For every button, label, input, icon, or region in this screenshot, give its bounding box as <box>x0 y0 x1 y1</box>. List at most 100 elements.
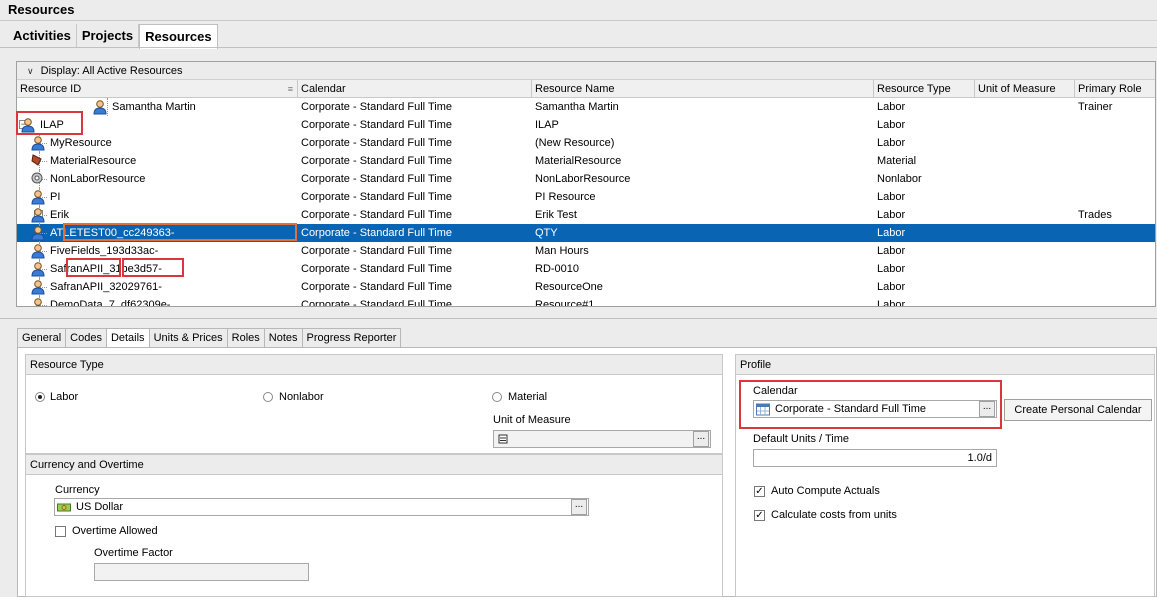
display-filter-bar[interactable]: ∨ Display: All Active Resources <box>17 62 1155 80</box>
cell-unit-of-measure <box>975 152 1075 170</box>
cell-calendar: Corporate - Standard Full Time <box>301 191 453 203</box>
person-icon <box>30 243 46 259</box>
cell-primary-role <box>1075 278 1155 296</box>
unit-of-measure-browse-button[interactable]: ... <box>693 431 709 447</box>
cell-unit-of-measure <box>975 260 1075 278</box>
table-row[interactable]: ATLETEST00_cc249363- Corporate - Standard… <box>17 224 1155 242</box>
cell-resource-name: Erik Test <box>535 209 577 221</box>
cell-resource-name: ILAP <box>535 119 559 131</box>
table-row[interactable]: +ErikCorporate - Standard Full TimeErik … <box>17 206 1155 224</box>
overtime-factor-field[interactable] <box>94 563 309 581</box>
radio-material[interactable] <box>492 392 502 402</box>
cell-resource-name: NonLaborResource <box>535 173 631 185</box>
unit-of-measure-field[interactable]: ... <box>493 430 711 448</box>
auto-compute-actuals-checkbox[interactable]: ✓ <box>754 486 765 497</box>
person-icon <box>92 99 108 115</box>
title-divider <box>0 20 1157 21</box>
cell-resource-name: QTY <box>535 227 558 239</box>
tab-units-prices[interactable]: Units & Prices <box>149 328 228 348</box>
calendar-field[interactable]: Corporate - Standard Full Time ... <box>753 400 997 418</box>
overtime-allowed-checkbox[interactable] <box>55 526 66 537</box>
calendar-value: Corporate - Standard Full Time <box>775 403 927 415</box>
radio-labor[interactable] <box>35 392 45 402</box>
tab-general[interactable]: General <box>17 328 67 348</box>
tab-details[interactable]: Details <box>106 328 150 348</box>
unit-of-measure-icon <box>498 434 508 444</box>
cell-unit-of-measure <box>975 206 1075 224</box>
cell-calendar: Corporate - Standard Full Time <box>301 245 453 257</box>
cell-primary-role <box>1075 260 1155 278</box>
cell-resource-id: NonLaborResource <box>50 173 146 185</box>
overtime-factor-label: Overtime Factor <box>94 547 173 559</box>
tab-notes[interactable]: Notes <box>264 328 303 348</box>
radio-nonlabor-label: Nonlabor <box>279 391 324 403</box>
sort-icon[interactable]: ≡ <box>288 80 293 98</box>
currency-browse-button[interactable]: ... <box>571 499 587 515</box>
cell-calendar: Corporate - Standard Full Time <box>301 173 453 185</box>
person-icon <box>30 261 46 277</box>
cell-resource-name: Resource#1 <box>535 299 595 307</box>
tab-roles[interactable]: Roles <box>227 328 265 348</box>
cell-calendar: Corporate - Standard Full Time <box>301 119 453 131</box>
chevron-down-icon[interactable]: ∨ <box>27 62 34 80</box>
person-icon <box>30 297 46 306</box>
cell-resource-id: ATLETEST00_cc249363- <box>50 227 175 239</box>
table-row[interactable]: SafranAPII_32029761- Corporate - Standard… <box>17 278 1155 296</box>
cell-calendar: Corporate - Standard Full Time <box>301 137 453 149</box>
cell-primary-role <box>1075 242 1155 260</box>
tab-projects[interactable]: Projects <box>77 24 140 48</box>
calculate-costs-checkbox[interactable]: ✓ <box>754 510 765 521</box>
cell-unit-of-measure <box>975 224 1075 242</box>
material-icon <box>30 153 46 169</box>
cell-primary-role: Trainer <box>1078 101 1113 113</box>
table-row[interactable]: − ILAP Corporate - Standard Full Time ILAP L… <box>17 116 1155 134</box>
tab-resources[interactable]: Resources <box>139 24 218 49</box>
table-row[interactable]: SafranAPII_31be3d57- Corporate - Standard… <box>17 260 1155 278</box>
cell-unit-of-measure <box>975 278 1075 296</box>
column-header-primary-role[interactable]: Primary Role <box>1075 80 1155 98</box>
person-icon <box>30 189 46 205</box>
person-icon <box>30 135 46 151</box>
profile-heading: Profile <box>736 355 1154 375</box>
column-header-unit-of-measure[interactable]: Unit of Measure <box>975 80 1075 98</box>
cell-primary-role <box>1075 116 1155 134</box>
table-row[interactable]: Samantha Martin Corporate - Standard Full… <box>17 98 1155 116</box>
column-header-resource-type[interactable]: Resource Type <box>874 80 975 98</box>
person-icon <box>20 117 36 133</box>
table-row[interactable]: DemoData_7_df62309e- Corporate - Standard… <box>17 296 1155 307</box>
cell-unit-of-measure <box>975 170 1075 188</box>
cell-resource-name: (New Resource) <box>535 137 615 149</box>
calendar-icon <box>756 403 770 416</box>
overtime-allowed-label: Overtime Allowed <box>72 525 158 537</box>
tab-activities[interactable]: Activities <box>8 24 77 48</box>
table-row[interactable]: MaterialResource Corporate - Standard Ful… <box>17 152 1155 170</box>
column-header-label: Resource ID <box>20 83 82 95</box>
cell-resource-type: Labor <box>877 299 906 307</box>
tab-codes[interactable]: Codes <box>66 328 107 348</box>
default-units-field[interactable]: 1.0/d <box>753 449 997 467</box>
column-header-calendar[interactable]: Calendar <box>298 80 532 98</box>
column-header-resource-name[interactable]: Resource Name <box>532 80 874 98</box>
tab-progress-reporter[interactable]: Progress Reporter <box>302 328 402 348</box>
radio-nonlabor[interactable] <box>263 392 273 402</box>
calendar-browse-button[interactable]: ... <box>979 401 995 417</box>
cell-calendar: Corporate - Standard Full Time <box>301 263 453 275</box>
create-personal-calendar-button[interactable]: Create Personal Calendar <box>1004 399 1152 421</box>
column-header-resource-id[interactable]: Resource ID ≡ <box>17 80 298 98</box>
table-row[interactable]: PI Corporate - Standard Full Time PI Resou… <box>17 188 1155 206</box>
currency-field[interactable]: US Dollar ... <box>54 498 589 516</box>
cell-resource-type: Nonlabor <box>877 173 922 185</box>
cell-resource-id: FiveFields_193d33ac- <box>50 245 159 257</box>
cell-resource-id: MyResource <box>50 137 112 149</box>
cell-calendar: Corporate - Standard Full Time <box>301 155 453 167</box>
table-row[interactable]: MyResource Corporate - Standard Full Time… <box>17 134 1155 152</box>
cell-resource-type: Labor <box>877 281 906 293</box>
display-filter-label: Display: All Active Resources <box>40 65 183 77</box>
cell-resource-name: PI Resource <box>535 191 596 203</box>
detail-tab-bar: General Codes Details Units & Prices Rol… <box>17 328 402 348</box>
table-row[interactable]: FiveFields_193d33ac- Corporate - Standard… <box>17 242 1155 260</box>
radio-labor-label: Labor <box>50 391 79 403</box>
cell-resource-name: RD-0010 <box>535 263 580 275</box>
cell-resource-name: ResourceOne <box>535 281 603 293</box>
table-row[interactable]: NonLaborResource Corporate - Standard Ful… <box>17 170 1155 188</box>
